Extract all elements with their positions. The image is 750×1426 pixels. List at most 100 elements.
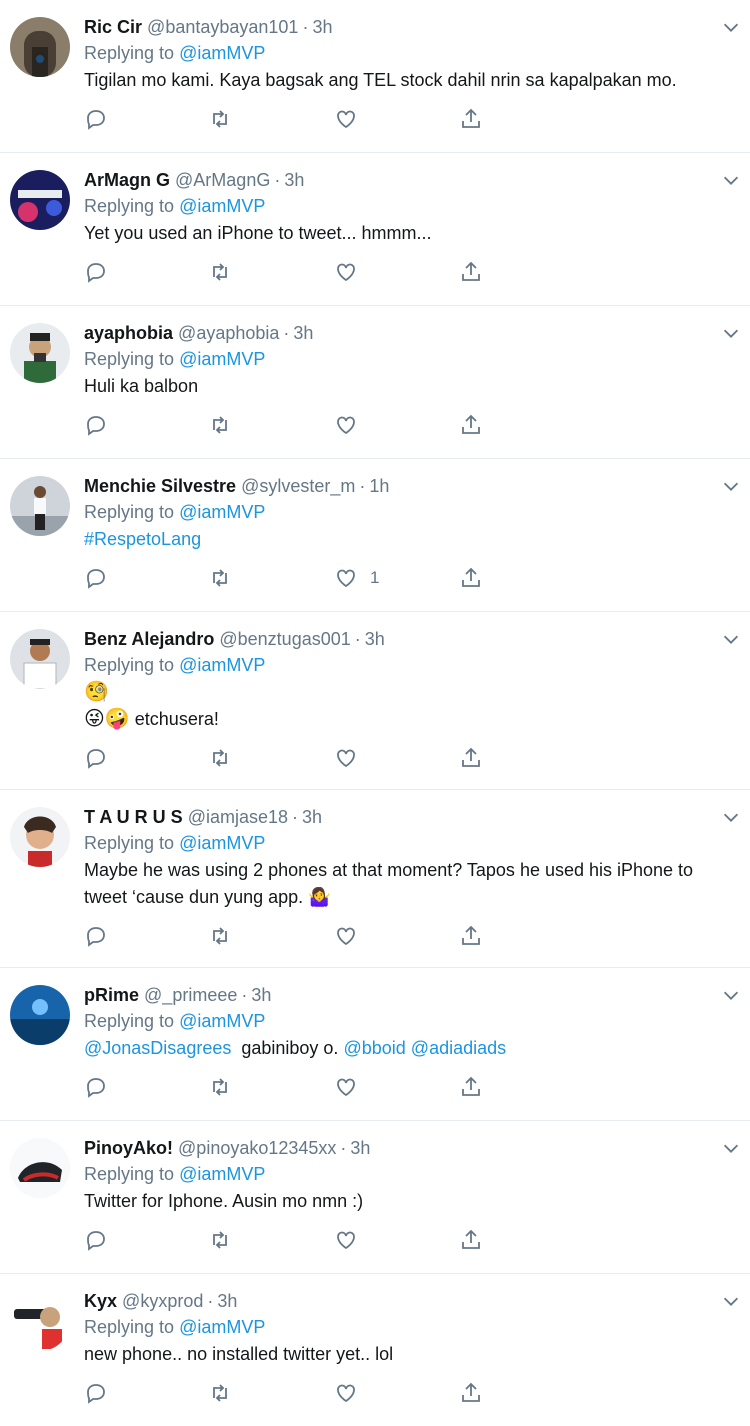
avatar[interactable] xyxy=(10,1291,70,1351)
retweet-button[interactable] xyxy=(208,745,232,771)
timestamp[interactable]: 3h xyxy=(293,323,313,343)
like-button[interactable] xyxy=(334,259,370,285)
like-button[interactable]: 1 xyxy=(334,565,379,591)
chevron-down-icon[interactable] xyxy=(720,984,742,1006)
timestamp[interactable]: 3h xyxy=(251,985,271,1005)
reply-button[interactable] xyxy=(84,923,108,949)
mention-link[interactable]: @iamMVP xyxy=(179,833,265,853)
share-button[interactable] xyxy=(459,106,483,132)
tweet[interactable]: Kyx @kyxprod · 3h Replying to @iamMVP new … xyxy=(0,1274,750,1420)
avatar[interactable] xyxy=(10,170,70,230)
like-button[interactable] xyxy=(334,1227,370,1253)
share-button[interactable] xyxy=(459,259,483,285)
timestamp[interactable]: 3h xyxy=(284,170,304,190)
retweet-button[interactable] xyxy=(208,1380,232,1406)
like-button[interactable] xyxy=(334,106,370,132)
mention-link[interactable]: @iamMVP xyxy=(179,1011,265,1031)
retweet-button[interactable] xyxy=(208,412,232,438)
chevron-down-icon[interactable] xyxy=(720,475,742,497)
user-handle[interactable]: @ArMagnG xyxy=(175,170,270,190)
display-name[interactable]: Benz Alejandro xyxy=(84,629,214,649)
avatar[interactable] xyxy=(10,17,70,77)
share-button[interactable] xyxy=(459,923,483,949)
retweet-button[interactable] xyxy=(208,1227,232,1253)
mention-link[interactable]: @iamMVP xyxy=(179,655,265,675)
user-handle[interactable]: @bantaybayan101 xyxy=(147,17,298,37)
share-button[interactable] xyxy=(459,745,483,771)
timestamp[interactable]: 3h xyxy=(350,1138,370,1158)
avatar[interactable] xyxy=(10,323,70,383)
tweet[interactable]: PinoyAko! @pinoyako12345xx · 3h Replying t… xyxy=(0,1121,750,1274)
mention-link[interactable]: @iamMVP xyxy=(179,43,265,63)
display-name[interactable]: PinoyAko! xyxy=(84,1138,173,1158)
timestamp[interactable]: 1h xyxy=(369,476,389,496)
timestamp[interactable]: 3h xyxy=(365,629,385,649)
reply-button[interactable] xyxy=(84,565,108,591)
display-name[interactable]: T A U R U S xyxy=(84,807,183,827)
avatar[interactable] xyxy=(10,1138,70,1198)
share-button[interactable] xyxy=(459,1380,483,1406)
retweet-button[interactable] xyxy=(208,1074,232,1100)
mention-link[interactable]: @iamMVP xyxy=(179,1317,265,1337)
tweet[interactable]: pRime @_primeee · 3h Replying to @iamMVP @… xyxy=(0,968,750,1121)
chevron-down-icon[interactable] xyxy=(720,806,742,828)
mention-link[interactable]: @bboid xyxy=(343,1038,405,1058)
display-name[interactable]: ayaphobia xyxy=(84,323,173,343)
tweet[interactable]: Benz Alejandro @benztugas001 · 3h Replying… xyxy=(0,612,750,790)
chevron-down-icon[interactable] xyxy=(720,1137,742,1159)
display-name[interactable]: Ric Cir xyxy=(84,17,142,37)
user-handle[interactable]: @iamjase18 xyxy=(188,807,288,827)
like-button[interactable] xyxy=(334,923,370,949)
share-button[interactable] xyxy=(459,565,483,591)
chevron-down-icon[interactable] xyxy=(720,1290,742,1312)
tweet[interactable]: ayaphobia @ayaphobia · 3h Replying to @iam… xyxy=(0,306,750,459)
reply-button[interactable] xyxy=(84,1380,108,1406)
user-handle[interactable]: @_primeee xyxy=(144,985,237,1005)
display-name[interactable]: pRime xyxy=(84,985,139,1005)
reply-button[interactable] xyxy=(84,1074,108,1100)
timestamp[interactable]: 3h xyxy=(302,807,322,827)
hashtag-link[interactable]: #RespetoLang xyxy=(84,529,201,549)
avatar[interactable] xyxy=(10,985,70,1045)
user-handle[interactable]: @sylvester_m xyxy=(241,476,355,496)
tweet[interactable]: Menchie Silvestre @sylvester_m · 1h Replyi… xyxy=(0,459,750,612)
chevron-down-icon[interactable] xyxy=(720,628,742,650)
chevron-down-icon[interactable] xyxy=(720,169,742,191)
avatar[interactable] xyxy=(10,476,70,536)
reply-button[interactable] xyxy=(84,412,108,438)
user-handle[interactable]: @kyxprod xyxy=(122,1291,203,1311)
share-button[interactable] xyxy=(459,412,483,438)
display-name[interactable]: Menchie Silvestre xyxy=(84,476,236,496)
chevron-down-icon[interactable] xyxy=(720,16,742,38)
tweet[interactable]: T A U R U S @iamjase18 · 3h Replying to @i… xyxy=(0,790,750,968)
display-name[interactable]: ArMagn G xyxy=(84,170,170,190)
mention-link[interactable]: @JonasDisagrees xyxy=(84,1038,231,1058)
user-handle[interactable]: @benztugas001 xyxy=(219,629,350,649)
retweet-button[interactable] xyxy=(208,259,232,285)
reply-button[interactable] xyxy=(84,259,108,285)
avatar[interactable] xyxy=(10,807,70,867)
user-handle[interactable]: @ayaphobia xyxy=(178,323,279,343)
avatar[interactable] xyxy=(10,629,70,689)
reply-button[interactable] xyxy=(84,1227,108,1253)
reply-button[interactable] xyxy=(84,106,108,132)
retweet-button[interactable] xyxy=(208,106,232,132)
timestamp[interactable]: 3h xyxy=(217,1291,237,1311)
like-button[interactable] xyxy=(334,745,370,771)
mention-link[interactable]: @iamMVP xyxy=(179,502,265,522)
display-name[interactable]: Kyx xyxy=(84,1291,117,1311)
mention-link[interactable]: @adiadiads xyxy=(411,1038,506,1058)
like-button[interactable] xyxy=(334,1380,370,1406)
mention-link[interactable]: @iamMVP xyxy=(179,349,265,369)
share-button[interactable] xyxy=(459,1227,483,1253)
timestamp[interactable]: 3h xyxy=(312,17,332,37)
mention-link[interactable]: @iamMVP xyxy=(179,1164,265,1184)
user-handle[interactable]: @pinoyako12345xx xyxy=(178,1138,336,1158)
tweet[interactable]: ArMagn G @ArMagnG · 3h Replying to @iamMVP… xyxy=(0,153,750,306)
share-button[interactable] xyxy=(459,1074,483,1100)
chevron-down-icon[interactable] xyxy=(720,322,742,344)
reply-button[interactable] xyxy=(84,745,108,771)
retweet-button[interactable] xyxy=(208,565,232,591)
like-button[interactable] xyxy=(334,412,370,438)
mention-link[interactable]: @iamMVP xyxy=(179,196,265,216)
